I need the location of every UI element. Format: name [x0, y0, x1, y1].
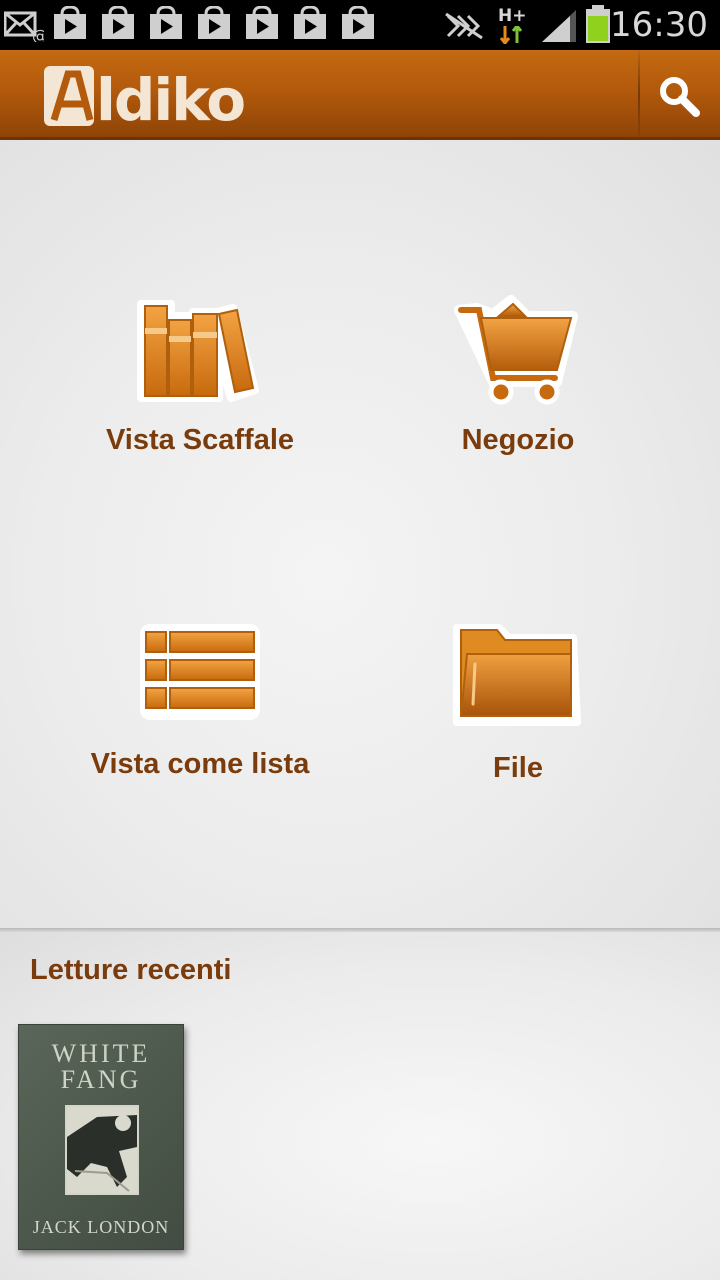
aldiko-logo: ldiko [44, 66, 246, 128]
book-title-line1: WHITE [51, 1039, 151, 1068]
book-cover[interactable]: WHITE FANG JACK LONDON [18, 1024, 184, 1250]
search-icon [660, 77, 700, 117]
email-icon: @ [4, 11, 44, 42]
menu-item-label: Negozio [461, 424, 575, 456]
play-store-icon [294, 6, 326, 39]
nfc-icon [445, 12, 483, 40]
recent-reads-section: Letture recenti WHITE FANG JACK LONDON [0, 932, 720, 1280]
recent-reads-title: Letture recenti [30, 954, 232, 986]
play-store-icon [102, 6, 134, 39]
search-button[interactable] [640, 50, 720, 137]
status-time: 16:30 [610, 5, 708, 45]
signal-icon [542, 10, 576, 42]
play-store-icon [54, 6, 86, 39]
app-bar: ldiko [0, 50, 720, 140]
data-arrows-icon [500, 26, 523, 44]
menu-item-list-view[interactable]: Vista come lista [40, 618, 360, 838]
menu-item-shelf-view[interactable]: Vista Scaffale [40, 290, 360, 510]
bookshelf-icon [137, 300, 259, 402]
menu-item-label: File [493, 752, 543, 784]
book-cover-illustration [65, 1105, 139, 1195]
cart-icon [454, 295, 578, 405]
svg-text:ldiko: ldiko [96, 66, 244, 128]
status-bar: @ H+ 16:30 [0, 0, 720, 50]
book-author: JACK LONDON [32, 1217, 170, 1237]
play-store-icon [246, 6, 278, 39]
svg-text:@: @ [32, 26, 44, 42]
battery-icon [586, 5, 610, 43]
menu-item-store[interactable]: Negozio [358, 290, 678, 510]
folder-icon [453, 624, 581, 726]
play-store-icon [342, 6, 374, 39]
play-store-icon [198, 6, 230, 39]
book-title-line2: FANG [60, 1065, 142, 1094]
list-icon [140, 624, 260, 720]
menu-item-file[interactable]: File [358, 618, 678, 838]
network-type: H+ [498, 6, 527, 26]
play-store-icon [150, 6, 182, 39]
main-menu: Vista Scaffale Negozio Vista come lista … [0, 140, 720, 930]
menu-item-label: Vista Scaffale [105, 424, 295, 456]
menu-item-label: Vista come lista [90, 748, 310, 780]
